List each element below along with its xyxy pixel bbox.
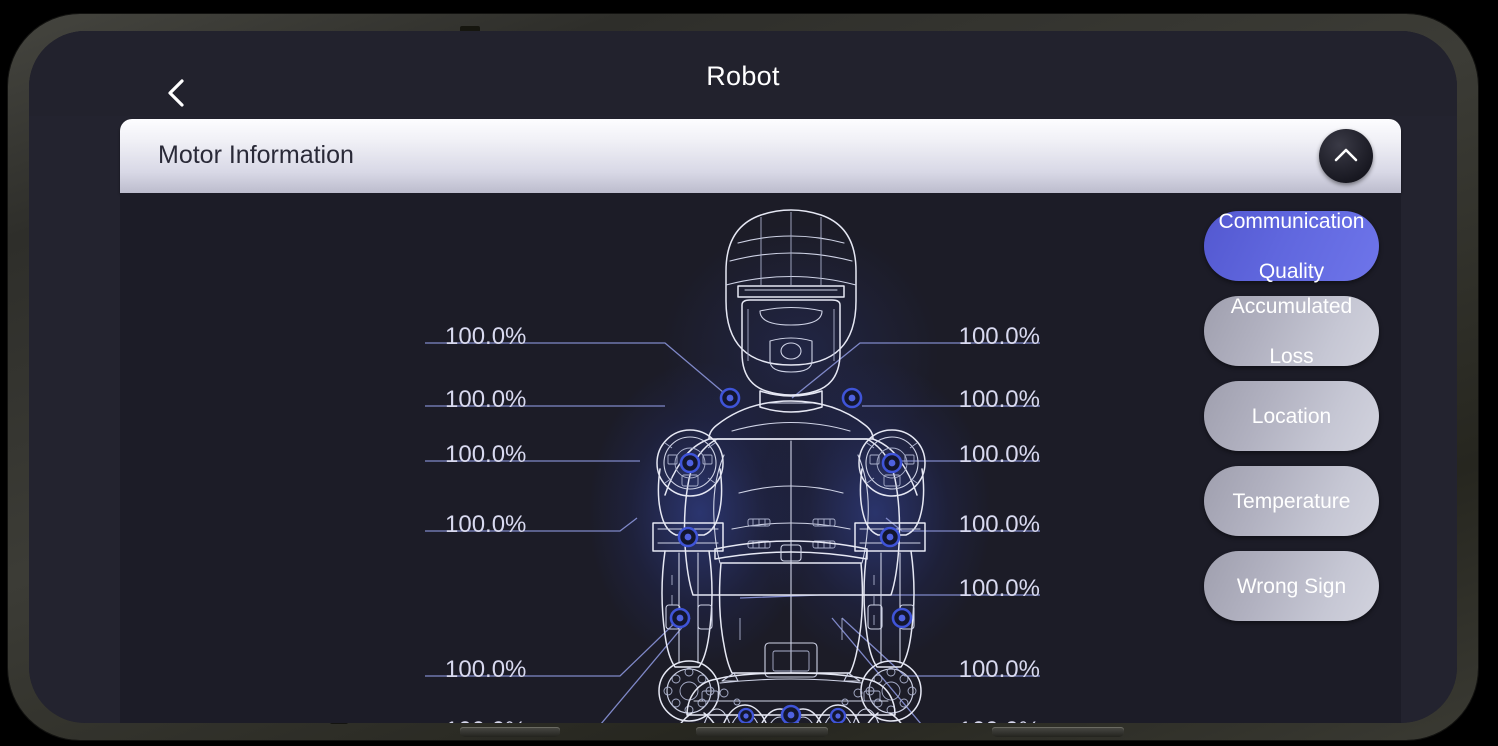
device-bezel: Robot Motor Information 100.0% 100.0% 10… bbox=[8, 14, 1478, 740]
robot-figure bbox=[652, 209, 926, 723]
sidebar-item-label-line2: Loss bbox=[1269, 344, 1314, 368]
device-button-2[interactable] bbox=[696, 727, 828, 737]
app-titlebar: Robot bbox=[29, 31, 1457, 116]
motor-information-card: Motor Information 100.0% 100.0% 100.0% 1… bbox=[120, 119, 1401, 723]
sidebar-item-label-line1: Communication bbox=[1218, 209, 1365, 233]
readout-label: 100.0% bbox=[958, 441, 1040, 468]
readout-label: 100.0% bbox=[958, 386, 1040, 413]
sidebar-item-wrong-sign[interactable]: Wrong Sign bbox=[1204, 551, 1379, 621]
sidebar-item-label: Temperature bbox=[1232, 489, 1351, 513]
sidebar-item-communication-quality[interactable]: Communication Quality bbox=[1204, 209, 1379, 283]
device-button-1[interactable] bbox=[460, 727, 560, 737]
robot-head bbox=[725, 209, 857, 413]
readout-label: 100.0% bbox=[445, 386, 527, 413]
sidebar-item-location[interactable]: Location bbox=[1204, 381, 1379, 451]
page-title: Robot bbox=[706, 61, 780, 91]
readout-label: 100.0% bbox=[445, 717, 526, 723]
device-screen-area: Robot Motor Information 100.0% 100.0% 10… bbox=[29, 31, 1457, 723]
device-button-3[interactable] bbox=[992, 727, 1124, 737]
robot-right-arm bbox=[854, 429, 926, 722]
readout-label: 100.0% bbox=[958, 656, 1040, 683]
app-screen: Robot Motor Information 100.0% 100.0% 10… bbox=[29, 31, 1457, 723]
readout-label: 100.0% bbox=[445, 323, 527, 350]
card-header: Motor Information bbox=[120, 119, 1401, 193]
sidebar-item-temperature[interactable]: Temperature bbox=[1204, 466, 1379, 536]
sidebar-item-accumulated-loss[interactable]: Accumulated Loss bbox=[1204, 294, 1379, 368]
readout-label: 100.0% bbox=[445, 441, 527, 468]
readout-label: 100.0% bbox=[958, 323, 1040, 350]
sidebar-item-label: Location bbox=[1251, 404, 1332, 428]
metric-selector: Communication Quality Accumulated Loss L… bbox=[1204, 209, 1379, 636]
sidebar-item-label-line1: Accumulated bbox=[1230, 294, 1353, 318]
card-body: .w { fill:none; stroke:#e6e8f4; stroke-w… bbox=[120, 193, 1401, 723]
sidebar-item-label: Wrong Sign bbox=[1236, 574, 1347, 598]
chevron-up-icon[interactable] bbox=[1319, 129, 1373, 183]
readout-label: 100.0% bbox=[445, 656, 527, 683]
sidebar-item-label-line2: Quality bbox=[1258, 259, 1325, 283]
readout-label: 100.0% bbox=[958, 511, 1040, 538]
card-title: Motor Information bbox=[158, 141, 354, 169]
readout-label: 100.0% bbox=[445, 511, 527, 538]
screenshot-root: Robot Motor Information 100.0% 100.0% 10… bbox=[0, 0, 1498, 746]
readout-label: 100.0% bbox=[940, 717, 1040, 723]
readout-label: 100.0% bbox=[958, 575, 1040, 602]
